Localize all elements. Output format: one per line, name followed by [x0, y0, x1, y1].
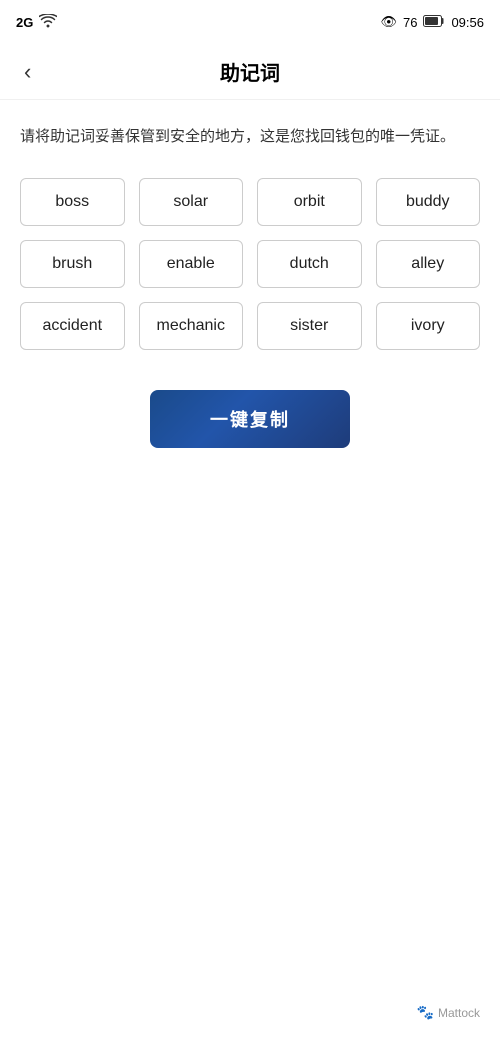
signal-text: 2G [16, 15, 33, 30]
description-text: 请将助记词妥善保管到安全的地方，这是您找回钱包的唯一凭证。 [20, 124, 480, 150]
back-icon: ‹ [24, 59, 31, 85]
mnemonic-word-9: accident [20, 302, 125, 350]
mnemonic-word-8: alley [376, 240, 481, 288]
battery-level: 76 [403, 15, 417, 30]
mnemonic-word-12: ivory [376, 302, 481, 350]
mnemonic-word-4: buddy [376, 178, 481, 226]
wifi-icon [39, 14, 57, 31]
mnemonic-word-1: boss [20, 178, 125, 226]
mnemonic-word-11: sister [257, 302, 362, 350]
status-bar: 2G 👁 76 09:56 [0, 0, 500, 44]
mnemonic-word-6: enable [139, 240, 244, 288]
page-header: ‹ 助记词 [0, 44, 500, 100]
mnemonic-word-7: dutch [257, 240, 362, 288]
mnemonic-grid: boss solar orbit buddy brush enable dutch alley… [20, 178, 480, 350]
mnemonic-word-5: brush [20, 240, 125, 288]
time-display: 09:56 [451, 15, 484, 30]
back-button[interactable]: ‹ [16, 55, 39, 89]
watermark: 🐾 Mattock [417, 1004, 480, 1021]
status-left: 2G [16, 14, 57, 31]
copy-all-button[interactable]: 一键复制 [150, 390, 350, 448]
copy-button-container: 一键复制 [20, 390, 480, 448]
battery-icon [423, 15, 445, 30]
main-content: 请将助记词妥善保管到安全的地方，这是您找回钱包的唯一凭证。 boss solaro… [0, 100, 500, 472]
eye-icon: 👁 [380, 14, 397, 30]
mnemonic-word-2: solar [139, 178, 244, 226]
watermark-icon: 🐾 [417, 1004, 434, 1021]
mnemonic-word-3: orbit [257, 178, 362, 226]
status-right: 👁 76 09:56 [380, 14, 484, 30]
page-title: 助记词 [220, 57, 280, 86]
mnemonic-word-10: mechanic [139, 302, 244, 350]
watermark-text: Mattock [438, 1006, 480, 1020]
